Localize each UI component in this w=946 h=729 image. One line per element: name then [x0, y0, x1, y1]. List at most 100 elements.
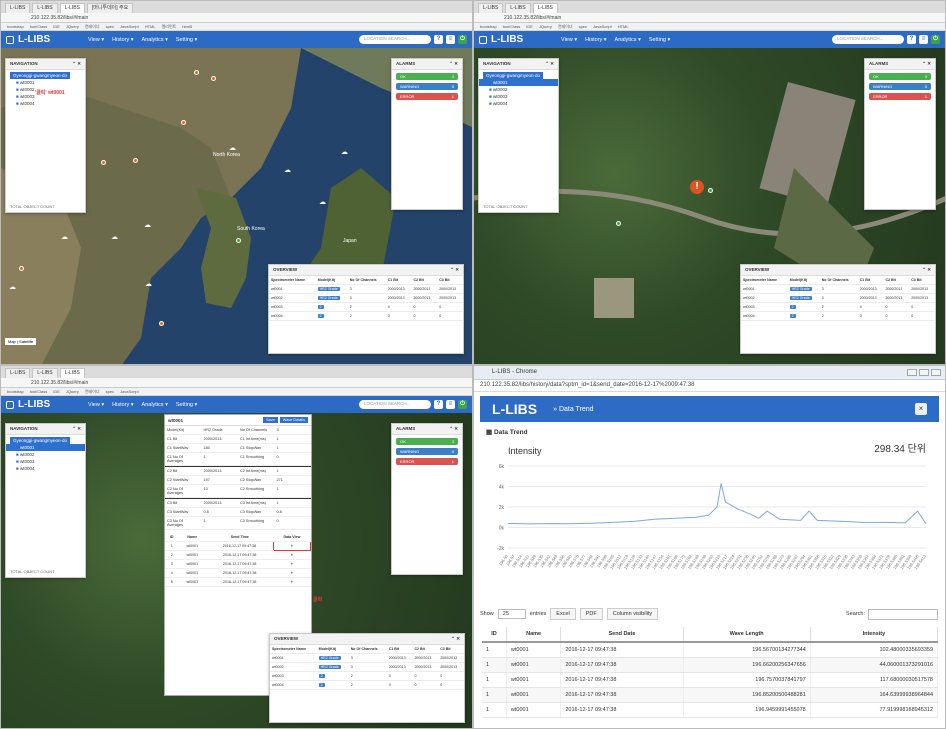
menu-setting[interactable]: Setting ▾: [176, 402, 197, 408]
menu-view[interactable]: View ▾: [561, 37, 577, 43]
tree-item[interactable]: wt0004: [6, 465, 85, 472]
tree-item[interactable]: wt0004: [479, 100, 558, 107]
table-row[interactable]: 5 wt0001 2016-12-17 09:47:38 ☀: [165, 577, 311, 587]
app-logo[interactable]: L-LIBS: [6, 399, 88, 410]
tree-root[interactable]: Gyeonggi-gwangmyeon-do: [10, 72, 71, 79]
table-row[interactable]: wt0003 2 2 0 0 0: [741, 302, 935, 312]
table-row[interactable]: wt0003 2 2 0 0 0: [270, 671, 464, 681]
wave-details-button[interactable]: Wave Details: [279, 417, 308, 423]
browser-tab[interactable]: L-LIBS: [32, 368, 58, 378]
table-row[interactable]: 1 wt0001 2016-12-17 09:47:38 196.5670013427…: [482, 642, 939, 658]
collapse-icon[interactable]: ⌃ ✕: [72, 61, 81, 67]
browser-tab[interactable]: L-LIBS: [505, 3, 531, 13]
data-view-icon[interactable]: ☀: [273, 577, 311, 587]
tree-item[interactable]: wt0001: [6, 444, 85, 451]
sensor-marker[interactable]: [236, 238, 241, 243]
location-marker[interactable]: [194, 70, 199, 75]
alarm-ok[interactable]: OK 3: [396, 73, 458, 80]
table-row[interactable]: wt0001 HR2 Grade 3 2000/2013 2000/2013 2000/2…: [270, 653, 464, 663]
help-button[interactable]: ?: [434, 400, 443, 409]
menu-setting[interactable]: Setting ▾: [176, 37, 197, 43]
save-button[interactable]: Save: [263, 417, 278, 423]
sensor-marker[interactable]: [708, 188, 713, 193]
location-marker[interactable]: [101, 160, 106, 165]
browser-tab[interactable]: L-LIBS: [478, 3, 504, 13]
browser-tab[interactable]: L-LIBS: [5, 3, 31, 13]
pdf-button[interactable]: PDF: [579, 608, 603, 620]
table-row[interactable]: wt0004 2 2 0 0 0: [270, 680, 464, 690]
app-logo[interactable]: L-LIBS: [6, 34, 88, 45]
table-row[interactable]: wt0004 2 2 0 0 0: [269, 311, 463, 321]
bookmark[interactable]: html5: [182, 24, 192, 29]
menu-analytics[interactable]: Analytics ▾: [142, 402, 168, 408]
table-row[interactable]: 1 wt0001 2016-12-17 09:47:38 ☀: [165, 541, 312, 551]
table-row[interactable]: wt0002 HR2 Grade 3 2000/2013 2000/2013 2000/2…: [269, 293, 463, 303]
menu-view[interactable]: View ▾: [88, 402, 104, 408]
settings-button[interactable]: ≡: [919, 35, 928, 44]
bookmark[interactable]: spec: [106, 24, 114, 29]
location-marker[interactable]: [133, 158, 138, 163]
location-search-input[interactable]: LOCATION SEARCH...: [359, 35, 431, 44]
bookmark[interactable]: JQuery: [66, 24, 79, 29]
table-row[interactable]: 1 wt0001 2016-12-17 09:47:38 196.7570037841…: [482, 672, 939, 688]
browser-tab[interactable]: L-LIBS: [59, 3, 85, 13]
browser-tab[interactable]: L-LIBS: [532, 3, 558, 13]
excel-button[interactable]: Excel: [550, 608, 576, 620]
table-row[interactable]: 1 wt0001 2016-12-17 09:47:38 196.9459991455…: [482, 702, 939, 718]
menu-history[interactable]: History ▾: [585, 37, 606, 43]
column-header[interactable]: Name: [506, 627, 562, 643]
browser-tab[interactable]: L-LIBS: [5, 368, 31, 378]
settings-button[interactable]: ≡: [446, 35, 455, 44]
power-button[interactable]: ⏻: [458, 35, 467, 44]
column-header[interactable]: Wave Length: [683, 627, 811, 643]
browser-tab[interactable]: [머니투데이] 주요: [86, 3, 133, 13]
tree-item[interactable]: wt0003: [6, 458, 85, 465]
column-header[interactable]: Send Date: [560, 627, 684, 643]
location-marker[interactable]: [181, 120, 186, 125]
location-search-input[interactable]: LOCATION SEARCH...: [359, 400, 431, 409]
map-type-toggle[interactable]: Map | Satellite: [5, 338, 37, 345]
table-row[interactable]: wt0004 2 2 0 0 0: [741, 311, 935, 321]
table-row[interactable]: wt0002 HR2 Grade 3 2000/2013 2000/2013 2000/2…: [741, 293, 935, 303]
location-marker[interactable]: [211, 76, 216, 81]
address-bar[interactable]: 210.122.35.82/libs/#/main: [1, 378, 472, 388]
bookmark[interactable]: JavaScript: [120, 24, 139, 29]
menu-setting[interactable]: Setting ▾: [649, 37, 670, 43]
table-row[interactable]: 1 wt0001 2016-12-17 09:47:38 196.8520050048…: [482, 687, 939, 703]
help-button[interactable]: ?: [907, 35, 916, 44]
tree-item[interactable]: wt0001: [479, 79, 558, 86]
bookmark[interactable]: IDE: [53, 24, 60, 29]
tree-item[interactable]: wt0002: [6, 451, 85, 458]
bookmark[interactable]: bootstrap: [7, 24, 24, 29]
table-row[interactable]: 1 wt0001 2016-12-17 09:47:38 196.6620025634…: [482, 657, 939, 673]
menu-history[interactable]: History ▾: [112, 37, 133, 43]
table-row[interactable]: 2 wt0001 2016-12-17 09:47:38 ☀: [165, 550, 311, 560]
help-button[interactable]: ?: [434, 35, 443, 44]
close-button[interactable]: ×: [915, 403, 927, 415]
bookmark[interactable]: 엘리먼트: [162, 24, 177, 29]
popup-url-bar[interactable]: 210.122.35.82/libs/history/data?sptm_id=…: [474, 380, 945, 392]
alarm-warning[interactable]: WARNING 0: [396, 83, 458, 90]
power-button[interactable]: ⏻: [931, 35, 940, 44]
tree-item[interactable]: wt0002: [479, 86, 558, 93]
table-row[interactable]: wt0001 HR2 Grade 3 2000/2013 2000/2013 2000/2…: [741, 284, 935, 294]
tree-item[interactable]: wt0003: [479, 93, 558, 100]
table-row[interactable]: 3 wt0001 2016-12-17 09:47:38 ☀: [165, 559, 311, 569]
browser-tab[interactable]: L-LIBS: [59, 368, 85, 378]
alert-icon[interactable]: !: [690, 180, 704, 194]
bookmark[interactable]: 컨테이너: [85, 24, 100, 29]
address-bar[interactable]: 210.122.35.82/libs/#/main: [474, 13, 945, 23]
sensor-marker[interactable]: [616, 221, 621, 226]
data-view-icon[interactable]: ☀: [273, 568, 311, 578]
page-size-select[interactable]: 25: [497, 609, 526, 619]
location-marker[interactable]: [19, 266, 24, 271]
maximize-icon[interactable]: [919, 369, 929, 376]
settings-button[interactable]: ≡: [446, 400, 455, 409]
table-row[interactable]: wt0001 HR2 Grade 3 2000/2013 2000/2013 2000/2…: [269, 284, 463, 294]
data-view-icon[interactable]: ☀: [273, 550, 311, 560]
browser-tab[interactable]: L-LIBS: [32, 3, 58, 13]
tree-item[interactable]: wt0004: [6, 100, 85, 107]
column-visibility-button[interactable]: Column visibility: [606, 608, 659, 620]
table-row[interactable]: wt0002 HR2 Grade 3 2000/2013 2000/2013 2000/2…: [270, 662, 464, 672]
alarm-error[interactable]: ERROR 1: [396, 93, 458, 100]
